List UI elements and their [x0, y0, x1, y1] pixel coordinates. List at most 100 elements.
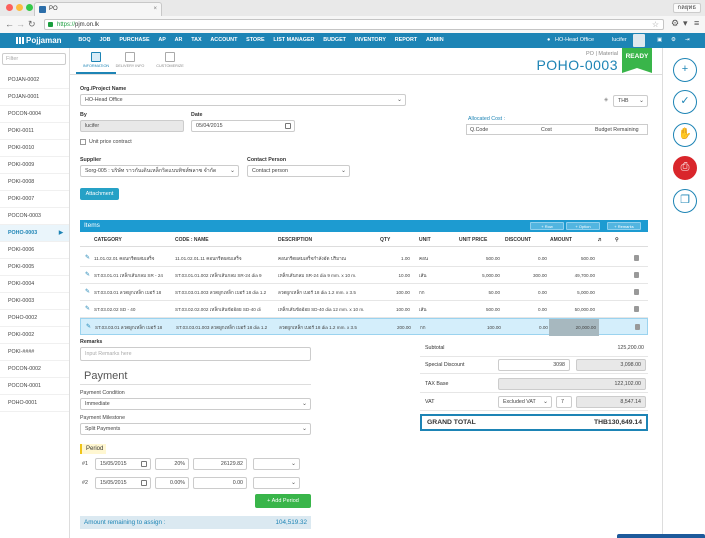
list-item[interactable]: POCON-0003	[0, 208, 69, 225]
vat-rate-select[interactable]: 7	[556, 396, 572, 408]
menu-tax[interactable]: TAX	[187, 33, 206, 48]
address-bar[interactable]: https://pjm.on.lk ☆	[44, 19, 664, 30]
new-document-button[interactable]: +	[673, 58, 697, 82]
bookmark-star-icon[interactable]: ☆	[652, 20, 659, 30]
approve-button[interactable]: ✓	[673, 90, 697, 114]
copy-button[interactable]: ❐	[673, 189, 697, 213]
add-remarks-button[interactable]: + Remarks	[607, 222, 641, 230]
org-select[interactable]: HO-Head Office ⌄	[80, 94, 406, 106]
filter-input[interactable]: Filter	[2, 53, 66, 65]
payment-milestone-select[interactable]: Split Payments ⌄	[80, 423, 311, 435]
profile-chip[interactable]: กลยุทธ	[672, 3, 701, 13]
close-window-button[interactable]	[6, 4, 13, 11]
notification-icon[interactable]: ▣	[657, 33, 662, 48]
menu-budget[interactable]: BUDGET	[319, 33, 351, 48]
close-tab-icon[interactable]: ×	[153, 3, 157, 16]
list-item[interactable]: POKI-0006	[0, 242, 69, 259]
tab-delivery-info[interactable]: DELIVERY INFO	[110, 51, 150, 74]
menu-list-manager[interactable]: LIST MANAGER	[269, 33, 319, 48]
maximize-window-button[interactable]	[26, 4, 33, 11]
period-percent-input[interactable]: 0.00%	[155, 477, 189, 489]
bottom-toolbar[interactable]	[617, 534, 705, 538]
trash-icon[interactable]	[635, 324, 640, 330]
logout-icon[interactable]: ⇥	[685, 33, 690, 48]
list-item[interactable]: POJAN-0002	[0, 72, 69, 89]
period-date-field[interactable]: 15/05/2015	[95, 458, 151, 470]
calendar-icon[interactable]	[285, 123, 291, 129]
payment-condition-select[interactable]: Immediate ⌄	[80, 398, 311, 410]
calendar-icon[interactable]	[141, 480, 147, 486]
settings-icon[interactable]: ⚙	[671, 33, 676, 48]
avatar[interactable]	[633, 34, 645, 47]
print-button[interactable]: ⎙	[673, 156, 697, 180]
edit-icon[interactable]: ✎	[85, 306, 91, 312]
menu-report[interactable]: REPORT	[390, 33, 421, 48]
list-item[interactable]: POKI-0011	[0, 123, 69, 140]
calendar-icon[interactable]	[141, 461, 147, 467]
menu-inventory[interactable]: INVENTORY	[350, 33, 390, 48]
list-item[interactable]: POHO-0002	[0, 310, 69, 327]
list-item[interactable]: POJAN-0001	[0, 89, 69, 106]
menu-purchase[interactable]: PURCHASE	[115, 33, 154, 48]
list-item[interactable]: POKI-####	[0, 344, 69, 361]
edit-icon[interactable]: ✎	[85, 289, 91, 295]
list-item[interactable]: POKI-0007	[0, 191, 69, 208]
menu-ap[interactable]: AP	[154, 33, 170, 48]
minimize-window-button[interactable]	[16, 4, 23, 11]
remarks-input[interactable]: Input Remarks here	[80, 347, 311, 361]
list-item[interactable]: POCON-0002	[0, 361, 69, 378]
back-icon[interactable]: ←	[5, 19, 14, 29]
add-option-button[interactable]: + Option	[566, 222, 600, 230]
trash-icon[interactable]	[634, 306, 639, 312]
table-row[interactable]: ✎ 11.01.02.01 คอนกรีตผสมเสร็จ 11.01.02.01.…	[80, 250, 648, 267]
unit-price-contract-checkbox[interactable]	[80, 139, 86, 145]
list-item[interactable]: POKI-0002	[0, 327, 69, 344]
dislike-button[interactable]: ✋	[673, 123, 697, 147]
vat-mode-select[interactable]: Excluded VAT ⌄	[498, 396, 552, 408]
menu-account[interactable]: ACCOUNT	[206, 33, 242, 48]
period-date-field[interactable]: 15/05/2015	[95, 477, 151, 489]
extension-icon[interactable]: ▾	[683, 18, 688, 29]
list-item[interactable]: POKI-0009	[0, 157, 69, 174]
table-row[interactable]: ✎ ST.03.01.01 เหล็กเส้นกลม SR - 24 ST.03.0…	[80, 267, 648, 284]
currency-select[interactable]: THB ⌄	[613, 95, 648, 107]
trash-icon[interactable]	[634, 289, 639, 295]
list-item[interactable]: POKI-0010	[0, 140, 69, 157]
period-amount-input[interactable]: 0.00	[193, 477, 247, 489]
list-item[interactable]: POHO-0001	[0, 395, 69, 412]
add-period-button[interactable]: + Add Period	[255, 494, 311, 508]
edit-icon[interactable]: ✎	[86, 324, 92, 330]
period-option-select[interactable]: ⌄	[253, 458, 300, 470]
attachment-button[interactable]: Attachment	[80, 188, 119, 200]
edit-icon[interactable]: ✎	[85, 272, 91, 278]
table-row[interactable]: ✎ ST.03.02.02 SD - 40 ST.03.02.02.002 เหล็…	[80, 301, 648, 318]
list-item[interactable]: POCON-0004	[0, 106, 69, 123]
app-logo[interactable]: Pojjaman	[16, 35, 62, 46]
contact-select[interactable]: Contact person ⌄	[247, 165, 350, 177]
browser-tab[interactable]: PO ×	[34, 2, 162, 16]
trash-icon[interactable]	[634, 272, 639, 278]
menu-store[interactable]: STORE	[242, 33, 269, 48]
add-row-button[interactable]: + Row	[530, 222, 564, 230]
menu-job[interactable]: JOB	[95, 33, 115, 48]
browser-menu-icon[interactable]: ≡	[694, 18, 699, 28]
list-item[interactable]: POKI-0008	[0, 174, 69, 191]
tab-customerize[interactable]: CUSTOMERIZE	[150, 51, 190, 74]
period-amount-input[interactable]: 26129.82	[193, 458, 247, 470]
reload-icon[interactable]: ↻	[28, 19, 36, 29]
menu-ar[interactable]: AR	[170, 33, 187, 48]
list-item[interactable]: POKI-0003	[0, 293, 69, 310]
supplier-select[interactable]: Sorg-005 : บริษัท ราวกันเดินเหล็กริดแบบท…	[80, 165, 239, 177]
office-selector[interactable]: HO-Head Office	[555, 33, 594, 48]
period-option-select[interactable]: ⌄	[253, 477, 300, 489]
period-percent-input[interactable]: 20%	[155, 458, 189, 470]
date-field[interactable]: 05/04/2015	[191, 120, 295, 132]
trash-icon[interactable]	[634, 255, 639, 261]
table-row[interactable]: ✎ ST.03.03.01 ลวดผูกเหล็ก เบอร์ 18 ST.03.0…	[80, 284, 648, 301]
list-item[interactable]: POCON-0001	[0, 378, 69, 395]
list-item[interactable]: POKI-0004	[0, 276, 69, 293]
edit-icon[interactable]: ✎	[85, 255, 91, 261]
user-name[interactable]: lucifer	[612, 33, 627, 48]
list-item[interactable]: POKI-0005	[0, 259, 69, 276]
menu-boq[interactable]: BOQ	[74, 33, 95, 48]
